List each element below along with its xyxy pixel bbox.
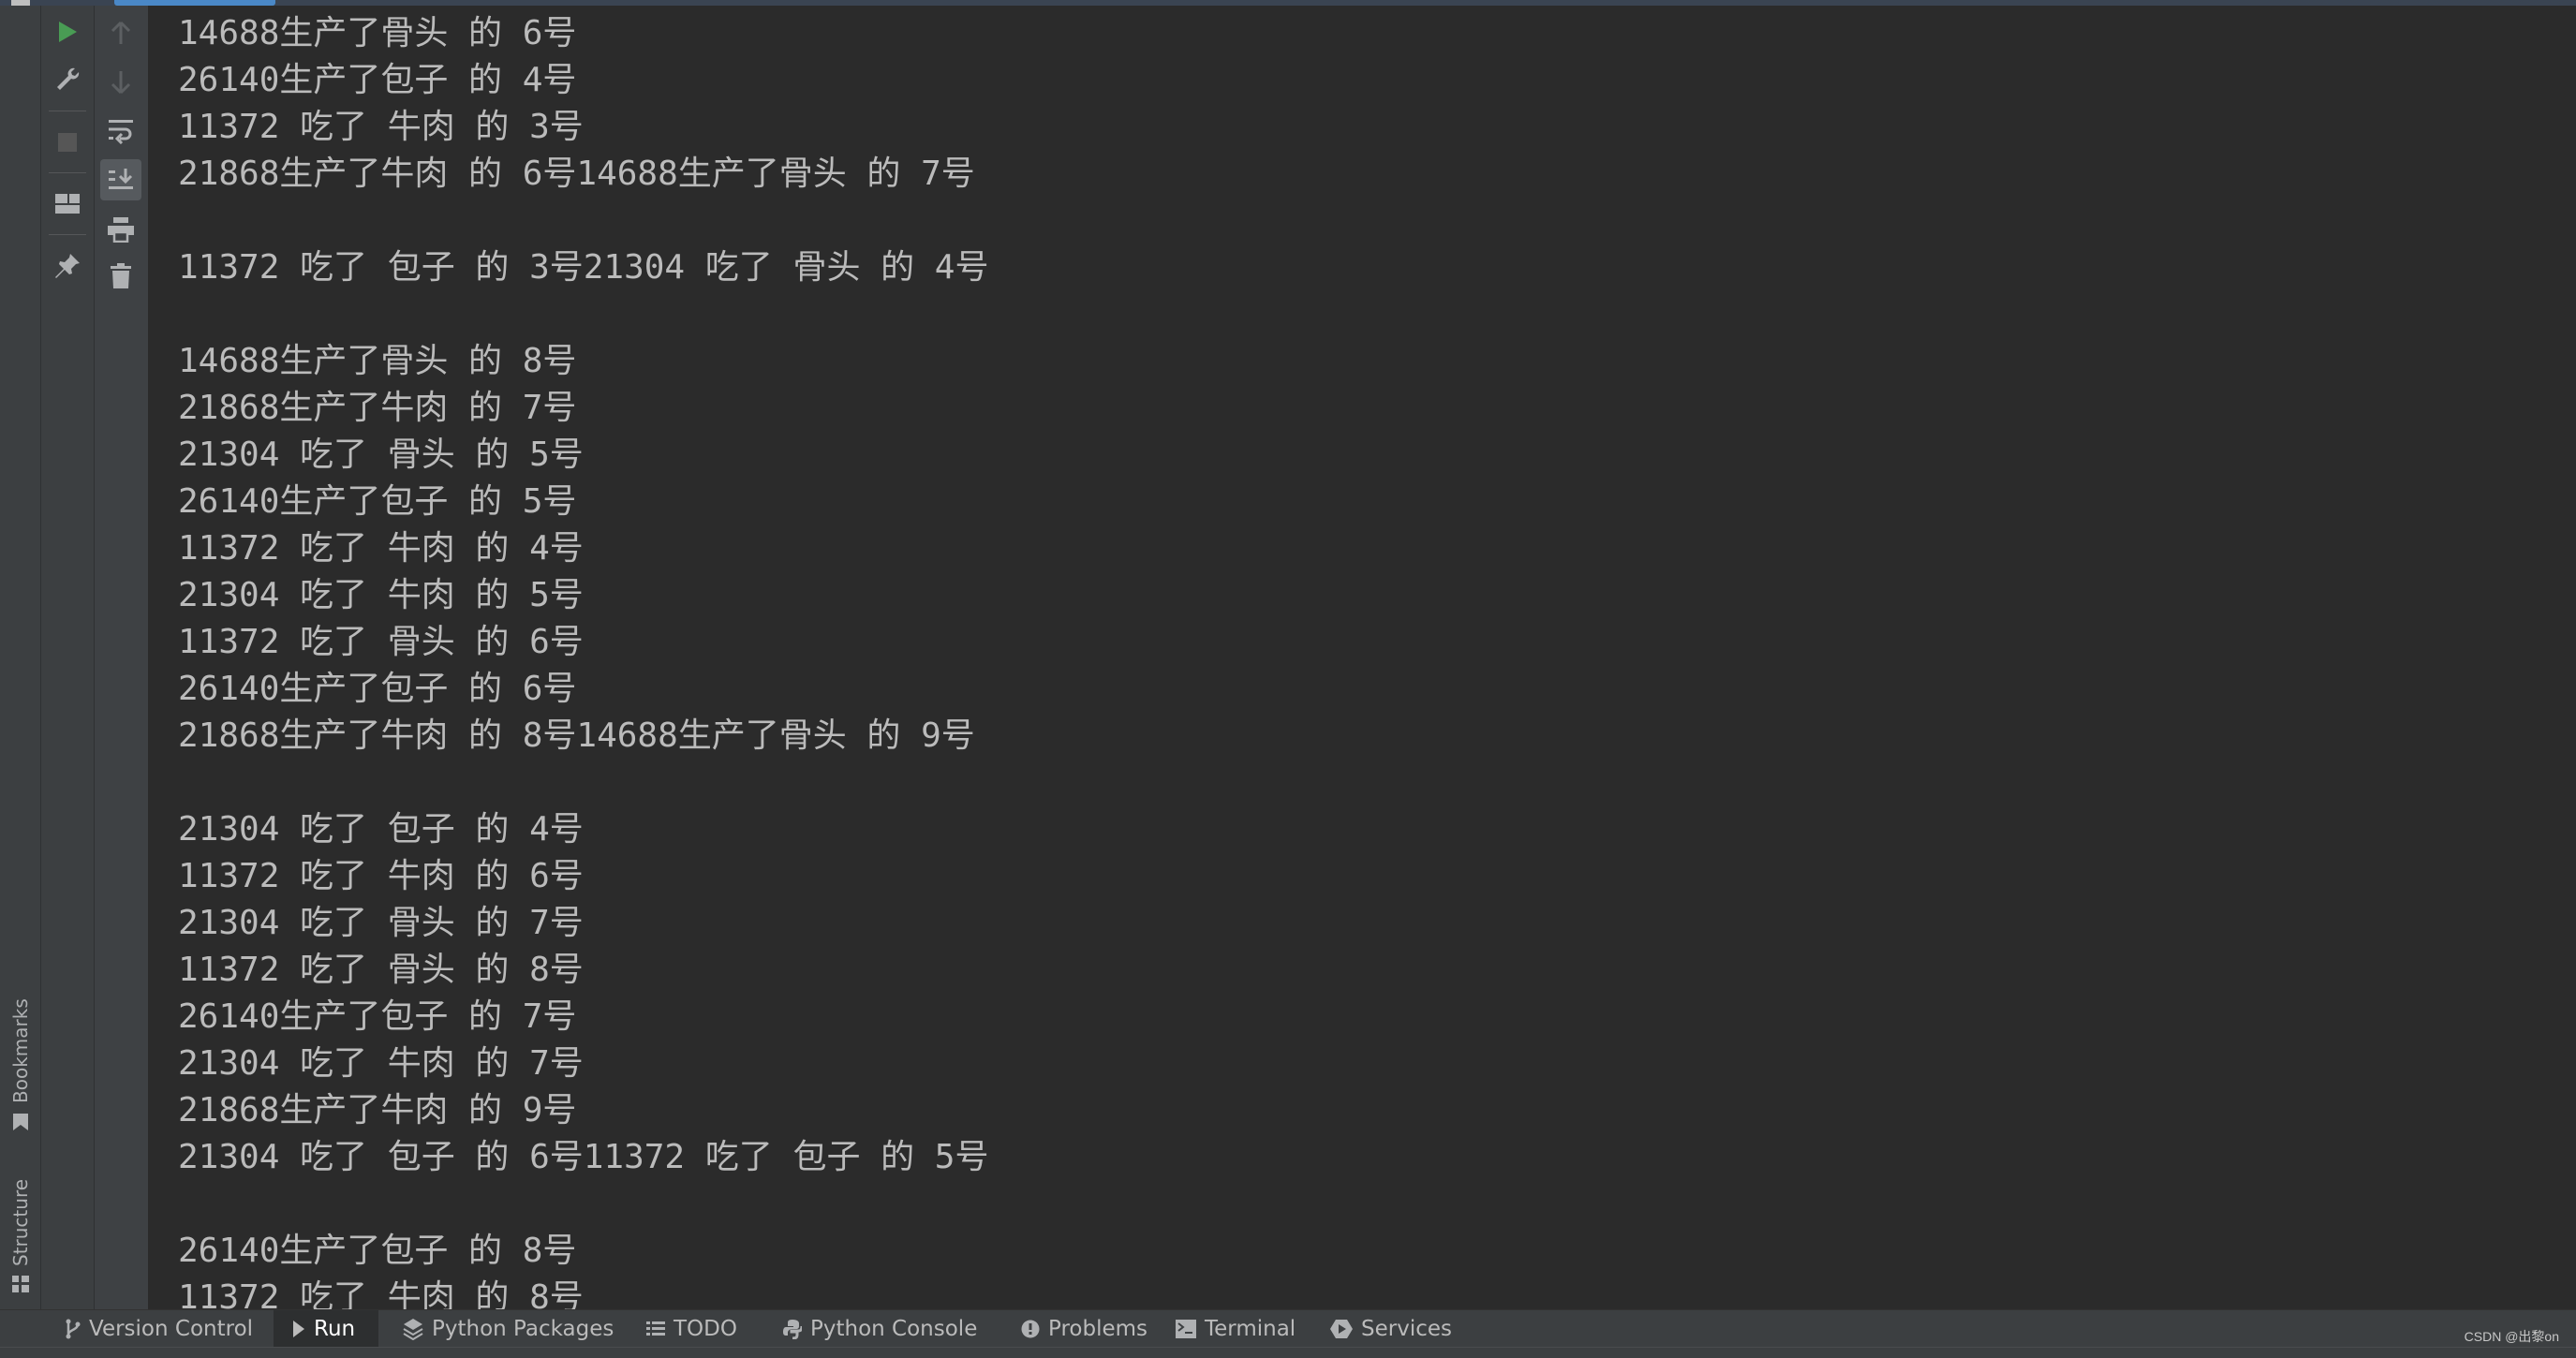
console-line: 26140生产了包子 的 6号 (178, 670, 577, 708)
wrench-icon (57, 67, 80, 90)
status-bar (0, 1347, 2576, 1358)
console-line: 11372 吃了 牛肉 的 8号 (178, 1278, 584, 1309)
structure-tab[interactable]: Structure (2, 1161, 39, 1292)
console-line: 11372 吃了 骨头 的 6号 (178, 623, 584, 661)
python-icon (783, 1320, 802, 1339)
soft-wrap-button[interactable] (104, 114, 138, 148)
tool-window-version-control[interactable]: Version Control (56, 1310, 262, 1348)
console-line: 11372 吃了 牛肉 的 4号 (178, 529, 584, 568)
toolbar-separator (49, 234, 86, 235)
pin-tab-button[interactable] (51, 249, 84, 283)
tool-window-label: Terminal (1205, 1317, 1296, 1341)
tool-window-label: Problems (1048, 1317, 1148, 1341)
soft-wrap-icon (109, 120, 133, 144)
print-icon (108, 217, 134, 243)
clear-all-button[interactable] (104, 259, 138, 293)
branch-icon (66, 1319, 81, 1339)
restore-layout-button[interactable] (51, 187, 84, 221)
up-stack-trace-button[interactable] (104, 16, 138, 50)
bookmarks-tab[interactable]: Bookmarks (2, 982, 39, 1131)
tool-window-problems[interactable]: Problems (1012, 1310, 1157, 1348)
arrow-up-icon (111, 21, 131, 44)
tool-window-python-packages[interactable]: Python Packages (393, 1310, 623, 1348)
tool-window-terminal[interactable]: Terminal (1166, 1310, 1305, 1348)
console-line: 21304 吃了 骨头 的 5号 (178, 435, 584, 474)
stop-icon (58, 133, 77, 152)
console-line: 21868生产了牛肉 的 6号14688生产了骨头 的 7号 (178, 155, 975, 193)
console-line: 21304 吃了 骨头 的 7号 (178, 904, 584, 942)
list-icon (646, 1321, 665, 1336)
console-line: 21304 吃了 牛肉 的 5号 (178, 576, 584, 614)
edit-configuration-button[interactable] (51, 63, 84, 96)
down-stack-trace-button[interactable] (104, 66, 138, 99)
bookmark-icon (13, 1114, 28, 1130)
rerun-button[interactable] (51, 15, 84, 49)
toolbar-separator (49, 172, 86, 173)
pin-icon (55, 254, 80, 278)
console-line: 14688生产了骨头 的 8号 (178, 342, 577, 380)
warning-icon (1021, 1320, 1040, 1338)
trash-icon (111, 263, 131, 288)
run-console-output[interactable]: 14688生产了骨头 的 6号 26140生产了包子 的 4号 11372 吃了 牛… (149, 6, 2576, 1309)
console-line: 14688生产了骨头 的 6号 (178, 14, 577, 52)
structure-icon (12, 1276, 29, 1292)
services-icon (1330, 1320, 1353, 1338)
tool-window-run[interactable]: Run (274, 1310, 378, 1348)
tool-window-label: Python Console (810, 1317, 978, 1341)
console-line: 26140生产了包子 的 5号 (178, 482, 577, 521)
console-line: 26140生产了包子 的 8号 (178, 1232, 577, 1270)
tool-window-services[interactable]: Services (1321, 1310, 1461, 1348)
console-lines: 14688生产了骨头 的 6号 26140生产了包子 的 4号 11372 吃了 牛… (178, 10, 988, 1309)
console-line: 21304 吃了 牛肉 的 7号 (178, 1044, 584, 1083)
run-toolbar-primary (41, 6, 95, 1309)
tool-window-bar: Version Control Run Python Packages TODO… (0, 1309, 2576, 1348)
tool-window-label: TODO (674, 1317, 737, 1341)
console-line: 11372 吃了 包子 的 3号21304 吃了 骨头 的 4号 (178, 248, 989, 287)
console-line: 11372 吃了 牛肉 的 3号 (178, 108, 584, 146)
tool-window-label: Services (1361, 1317, 1452, 1341)
console-line: 21304 吃了 包子 的 4号 (178, 810, 584, 849)
console-line: 21304 吃了 包子 的 6号11372 吃了 包子 的 5号 (178, 1138, 989, 1176)
structure-label: Structure (9, 1178, 32, 1266)
stop-button[interactable] (51, 125, 84, 159)
console-line: 21868生产了牛肉 的 7号 (178, 389, 577, 427)
arrow-down-icon (111, 71, 131, 95)
play-icon (59, 22, 77, 42)
console-line: 11372 吃了 牛肉 的 6号 (178, 857, 584, 895)
layout-icon (55, 194, 80, 214)
tool-window-label: Run (314, 1317, 356, 1341)
scroll-to-end-button[interactable] (100, 159, 141, 200)
tool-window-label: Version Control (89, 1317, 254, 1341)
console-line: 21868生产了牛肉 的 8号14688生产了骨头 的 9号 (178, 716, 975, 755)
console-line: 21868生产了牛肉 的 9号 (178, 1091, 577, 1129)
console-line: 11372 吃了 骨头 的 8号 (178, 951, 584, 989)
print-button[interactable] (104, 213, 138, 246)
tool-window-todo[interactable]: TODO (637, 1310, 747, 1348)
tool-window-python-console[interactable]: Python Console (774, 1310, 986, 1348)
tool-window-label: Python Packages (432, 1317, 614, 1341)
bookmarks-label: Bookmarks (9, 998, 32, 1103)
scroll-to-end-icon (109, 169, 133, 189)
watermark: CSDN @出黎on (2464, 1329, 2559, 1344)
terminal-icon (1176, 1320, 1196, 1338)
console-line: 26140生产了包子 的 4号 (178, 61, 577, 99)
run-icon (293, 1321, 304, 1337)
console-line: 26140生产了包子 的 7号 (178, 997, 577, 1036)
run-toolbar-secondary (95, 6, 148, 1309)
layers-icon (403, 1319, 423, 1340)
